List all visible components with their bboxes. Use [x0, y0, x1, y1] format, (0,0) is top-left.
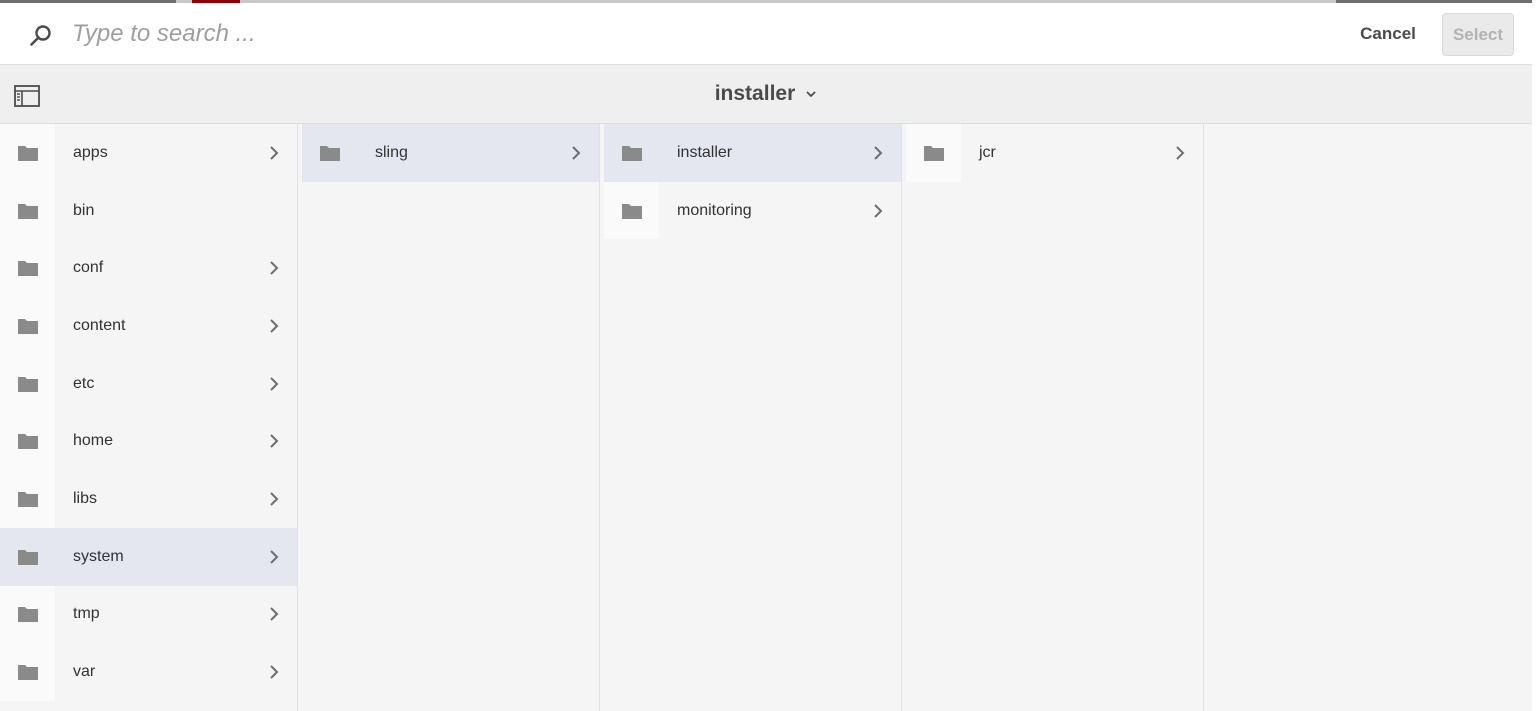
- folder-item[interactable]: conf: [0, 239, 297, 298]
- folder-item[interactable]: jcr: [906, 124, 1203, 182]
- search-bar: Cancel Select: [0, 3, 1532, 65]
- item-thumbnail[interactable]: [0, 527, 55, 586]
- item-label: etc: [73, 374, 95, 392]
- folder-icon: [621, 145, 642, 161]
- item-thumbnail[interactable]: [0, 643, 55, 701]
- chevron-right-icon: [270, 665, 279, 679]
- item-label: tmp: [73, 605, 100, 623]
- item-label: jcr: [979, 143, 996, 161]
- folder-icon: [17, 491, 38, 507]
- folder-icon: [17, 607, 38, 623]
- column-3: installer monitoring: [604, 124, 902, 711]
- chevron-right-icon: [270, 549, 279, 564]
- item-label: installer: [677, 143, 733, 161]
- item-label: libs: [73, 489, 98, 507]
- chevron-right-icon: [270, 376, 279, 391]
- current-folder-title: installer: [714, 82, 796, 105]
- column-2: sling: [302, 124, 600, 711]
- column-4: jcr: [906, 124, 1204, 711]
- folder-item[interactable]: libs: [0, 470, 297, 528]
- item-label: conf: [73, 259, 104, 277]
- folder-item[interactable]: sling: [302, 124, 599, 182]
- chevron-right-icon: [572, 146, 581, 160]
- column-1: apps bin conf content etc home libs system tmp va…: [0, 124, 298, 711]
- item-thumbnail[interactable]: [0, 124, 55, 182]
- search-input[interactable]: [72, 15, 1072, 53]
- scrollbar-gutter: [1532, 0, 1540, 711]
- chevron-right-icon: [270, 434, 279, 448]
- folder-icon: [17, 261, 38, 277]
- item-thumbnail[interactable]: [906, 124, 961, 182]
- folder-item[interactable]: content: [0, 297, 297, 355]
- chevron-right-icon: [270, 146, 279, 160]
- select-button[interactable]: Select: [1442, 13, 1514, 56]
- item-label: home: [73, 432, 114, 450]
- item-label: apps: [73, 143, 108, 161]
- folder-icon: [923, 145, 944, 161]
- folder-icon: [17, 145, 38, 161]
- chevron-down-icon: [806, 91, 816, 98]
- item-label: monitoring: [677, 201, 752, 219]
- folder-icon: [17, 376, 38, 392]
- folder-item[interactable]: etc: [0, 354, 297, 413]
- rail-toggle-icon[interactable]: [14, 85, 40, 107]
- folder-icon: [621, 203, 642, 219]
- chevron-right-icon: [270, 607, 279, 622]
- item-label: sling: [375, 143, 408, 161]
- column-view-header: installer: [0, 65, 1532, 124]
- folder-item[interactable]: home: [0, 412, 297, 471]
- folder-icon: [17, 549, 38, 565]
- item-thumbnail[interactable]: [604, 181, 659, 240]
- folder-item[interactable]: var: [0, 643, 297, 701]
- chevron-right-icon: [270, 319, 279, 333]
- folder-icon: [17, 434, 38, 450]
- chevron-right-icon: [1176, 146, 1185, 160]
- folder-item[interactable]: bin: [0, 181, 297, 240]
- folder-item[interactable]: monitoring: [604, 181, 901, 240]
- item-thumbnail[interactable]: [0, 585, 55, 644]
- search-icon: [30, 25, 51, 46]
- cancel-button[interactable]: Cancel: [1348, 15, 1428, 53]
- item-thumbnail[interactable]: [0, 181, 55, 240]
- folder-item[interactable]: installer: [604, 124, 901, 182]
- folder-icon: [17, 318, 38, 334]
- item-label: var: [73, 663, 96, 681]
- folder-icon: [17, 203, 38, 219]
- folder-item[interactable]: tmp: [0, 585, 297, 644]
- folder-icon: [319, 145, 340, 161]
- item-thumbnail[interactable]: [0, 239, 55, 298]
- column-view: apps bin conf content etc home libs system tmp va…: [0, 124, 1532, 711]
- chevron-right-icon: [270, 492, 279, 506]
- chevron-right-icon: [874, 203, 883, 218]
- breadcrumb[interactable]: installer: [0, 65, 1532, 123]
- item-thumbnail[interactable]: [302, 124, 357, 182]
- item-label: system: [73, 547, 124, 565]
- folder-item[interactable]: system: [0, 527, 297, 586]
- item-label: bin: [73, 201, 95, 219]
- item-thumbnail[interactable]: [0, 412, 55, 471]
- item-thumbnail[interactable]: [0, 354, 55, 413]
- item-label: content: [73, 316, 126, 334]
- chevron-right-icon: [874, 146, 883, 160]
- item-thumbnail[interactable]: [604, 124, 659, 182]
- item-thumbnail[interactable]: [0, 470, 55, 528]
- folder-item[interactable]: apps: [0, 124, 297, 182]
- chevron-right-icon: [270, 261, 279, 275]
- item-thumbnail[interactable]: [0, 297, 55, 355]
- folder-icon: [17, 665, 38, 681]
